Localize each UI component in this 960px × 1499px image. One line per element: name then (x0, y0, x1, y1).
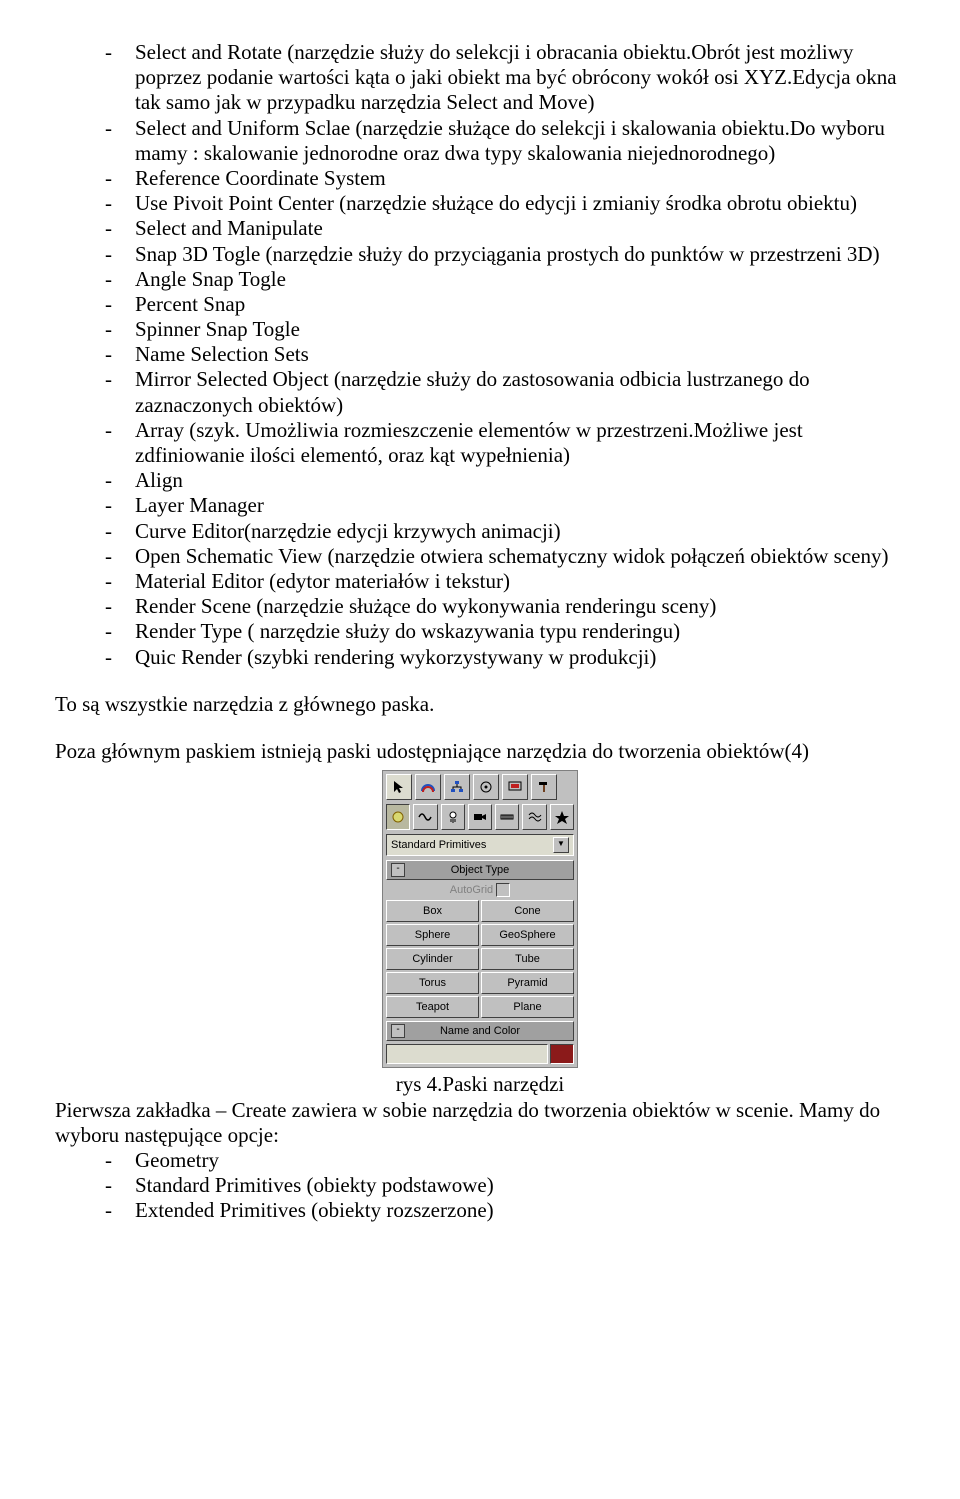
object-type-button[interactable]: Cone (481, 900, 574, 922)
object-type-button[interactable]: Box (386, 900, 479, 922)
tab-display[interactable] (502, 774, 528, 800)
helper-tape-icon (499, 809, 515, 825)
paragraph-summary: To są wszystkie narzędzia z głównego pas… (55, 692, 905, 717)
list-item: Standard Primitives (obiekty podstawowe) (95, 1173, 905, 1198)
rollout-name-color-label: Name and Color (440, 1025, 520, 1037)
list-item: Quic Render (szybki rendering wykorzysty… (95, 645, 905, 670)
systems-star-icon (554, 809, 570, 825)
tab-create[interactable] (386, 774, 412, 800)
category-shapes[interactable] (413, 804, 437, 830)
object-type-button[interactable]: Sphere (386, 924, 479, 946)
list-item: Material Editor (edytor materiałów i tek… (95, 569, 905, 594)
list-item: Layer Manager (95, 493, 905, 518)
list-item: Align (95, 468, 905, 493)
list-item: Open Schematic View (narzędzie otwiera s… (95, 544, 905, 569)
category-geometry[interactable] (386, 804, 410, 830)
category-systems[interactable] (550, 804, 574, 830)
list-item: Curve Editor(narzędzie edycji krzywych a… (95, 519, 905, 544)
list-item: Mirror Selected Object (narzędzie służy … (95, 367, 905, 417)
light-icon (445, 809, 461, 825)
hierarchy-icon (449, 779, 465, 795)
camera-icon (472, 809, 488, 825)
object-type-button[interactable]: Plane (481, 996, 574, 1018)
list-item: Extended Primitives (obiekty rozszerzone… (95, 1198, 905, 1223)
autogrid-label: AutoGrid (450, 884, 493, 896)
list-item: Spinner Snap Togle (95, 317, 905, 342)
object-type-button[interactable]: GeoSphere (481, 924, 574, 946)
list-item: Render Type ( narzędzie służy do wskazyw… (95, 619, 905, 644)
sphere-icon (390, 809, 406, 825)
chevron-down-icon: ▼ (553, 837, 569, 853)
list-item: Reference Coordinate System (95, 166, 905, 191)
figure-caption: rys 4.Paski narzędzi (55, 1072, 905, 1097)
panel-category-icons (386, 804, 574, 830)
list-item: Percent Snap (95, 292, 905, 317)
list-item: Select and Uniform Sclae (narzędzie służ… (95, 116, 905, 166)
list-item: Array (szyk. Umożliwia rozmieszczenie el… (95, 418, 905, 468)
primitives-dropdown[interactable]: Standard Primitives ▼ (386, 834, 574, 856)
arrow-cursor-icon (391, 779, 407, 795)
hammer-icon (536, 779, 552, 795)
category-spacewarps[interactable] (522, 804, 546, 830)
options-list: GeometryStandard Primitives (obiekty pod… (95, 1148, 905, 1224)
list-item: Use Pivoit Point Center (narzędzie służą… (95, 191, 905, 216)
tab-modify[interactable] (415, 774, 441, 800)
object-type-button[interactable]: Tube (481, 948, 574, 970)
collapse-icon: - (391, 863, 405, 877)
motion-wheel-icon (478, 779, 494, 795)
list-item: Render Scene (narzędzie służące do wykon… (95, 594, 905, 619)
object-type-button[interactable]: Pyramid (481, 972, 574, 994)
collapse-icon: - (391, 1024, 405, 1038)
object-type-button[interactable]: Teapot (386, 996, 479, 1018)
list-item: Select and Manipulate (95, 216, 905, 241)
list-item: Angle Snap Togle (95, 267, 905, 292)
command-panel: Standard Primitives ▼ - Object Type Auto… (382, 770, 578, 1068)
autogrid-checkbox[interactable] (496, 883, 510, 897)
category-lights[interactable] (441, 804, 465, 830)
display-monitor-icon (507, 779, 523, 795)
tab-hierarchy[interactable] (444, 774, 470, 800)
rainbow-arc-icon (420, 779, 436, 795)
tool-list: Select and Rotate (narzędzie służy do se… (95, 40, 905, 670)
list-item: Snap 3D Togle (narzędzie służy do przyci… (95, 242, 905, 267)
object-type-grid: BoxConeSphereGeoSphereCylinderTubeTorusP… (386, 900, 574, 1018)
autogrid-row: AutoGrid (386, 883, 574, 897)
list-item: Name Selection Sets (95, 342, 905, 367)
tab-utilities[interactable] (531, 774, 557, 800)
rollout-object-type[interactable]: - Object Type (386, 860, 574, 880)
object-name-input[interactable] (386, 1044, 548, 1064)
shapes-wave-icon (417, 809, 433, 825)
list-item: Select and Rotate (narzędzie służy do se… (95, 40, 905, 116)
object-type-button[interactable]: Torus (386, 972, 479, 994)
tab-motion[interactable] (473, 774, 499, 800)
list-item: Geometry (95, 1148, 905, 1173)
object-type-button[interactable]: Cylinder (386, 948, 479, 970)
category-helpers[interactable] (495, 804, 519, 830)
rollout-object-type-label: Object Type (451, 864, 510, 876)
paragraph-create-tab: Pierwsza zakładka – Create zawiera w sob… (55, 1098, 905, 1148)
dropdown-label: Standard Primitives (391, 836, 486, 854)
spacewarp-icon (527, 809, 543, 825)
paragraph-intro-panels: Poza głównym paskiem istnieją paski udos… (55, 739, 905, 764)
category-cameras[interactable] (468, 804, 492, 830)
panel-top-tabs (386, 774, 574, 800)
rollout-name-color[interactable]: - Name and Color (386, 1021, 574, 1041)
object-color-swatch[interactable] (550, 1044, 574, 1064)
